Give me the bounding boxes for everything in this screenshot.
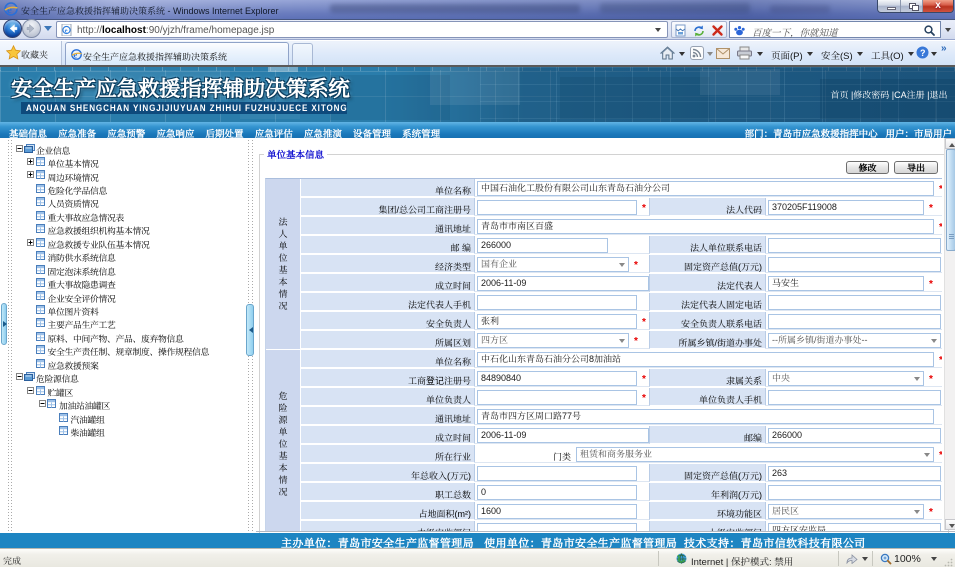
svg-text:e: e (65, 27, 68, 34)
svg-text:e: e (7, 4, 12, 16)
svg-text:?: ? (920, 48, 926, 58)
